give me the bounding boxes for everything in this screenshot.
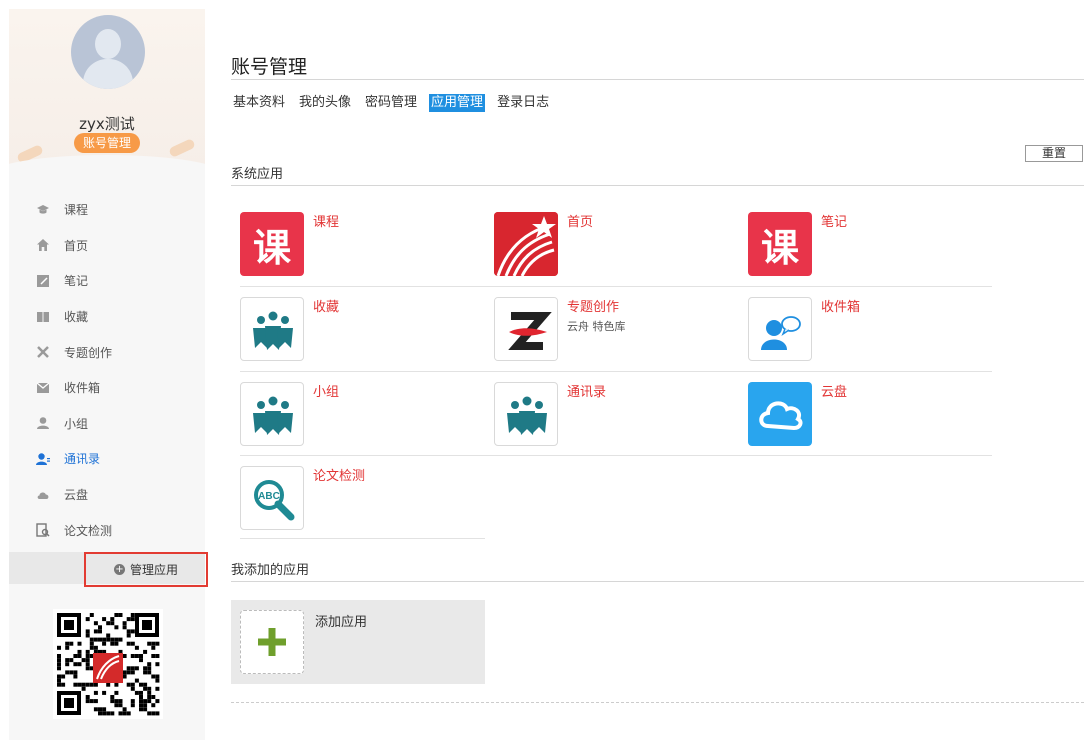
course-icon: 课 [240,212,304,276]
app-name: 收件箱 [821,300,861,315]
tab-app-management[interactable]: 应用管理 [429,94,486,112]
my-apps-title: 我添加的应用 [231,563,310,578]
contacts-icon [36,452,50,466]
tools-icon [36,345,50,359]
tab-password[interactable]: 密码管理 [363,94,419,112]
tab-avatar[interactable]: 我的头像 [297,94,353,112]
xuexitong-logo-icon [494,212,558,276]
manage-apps-label: 管理应用 [129,563,178,577]
add-app-tile[interactable] [240,610,304,674]
tab-basic-info[interactable]: 基本资料 [231,94,287,112]
course-glyph: 课 [760,225,799,270]
app-name: 论文检测 [313,469,366,484]
avatar-head [95,29,121,59]
app-favorites[interactable]: 收藏 [231,287,485,371]
app-inbox[interactable]: 收件箱 [739,287,993,371]
sidebar-nav: 课程 首页 笔记 收藏 专题创作 收件箱 小组 通讯录 云盘 论文检测 [9,192,205,548]
graduation-cap-icon [36,203,50,217]
profile-card: zyx测试 账号管理 [9,9,205,173]
sidebar-item-label: 论文检测 [64,523,113,538]
chat-user-icon [748,297,812,361]
username: zyx测试 [79,115,135,133]
sidebar: zyx测试 账号管理 课程 首页 笔记 收藏 专题创作 收件箱 小组 通讯录 云… [9,9,208,740]
sidebar-item-label: 小组 [64,416,89,431]
people-group-icon [494,382,558,446]
page-title: 账号管理 [231,56,308,78]
app-topic-creation[interactable]: 专题创作 云舟 特色库 [485,287,739,371]
profile-wave [9,155,205,173]
sidebar-item-paper-check[interactable]: 论文检测 [9,512,205,548]
main-content: 账号管理 基本资料 我的头像 密码管理 应用管理 登录日志 重置 系统应用 课 … [231,0,1084,740]
sidebar-item-label: 收件箱 [64,381,101,396]
tab-login-log[interactable]: 登录日志 [495,94,551,112]
app-paper-check[interactable]: ABC 论文检测 [231,456,485,540]
avatar-body [83,59,133,89]
svg-text:ABC: ABC [258,491,280,502]
page: zyx测试 账号管理 课程 首页 笔记 收藏 专题创作 收件箱 小组 通讯录 云… [0,0,1084,740]
avatar[interactable] [71,15,145,89]
app-contacts[interactable]: 通讯录 [485,372,739,456]
sidebar-item-course[interactable]: 课程 [9,192,205,228]
add-app-card[interactable]: 添加应用 [231,600,485,684]
decor-blob [168,137,196,159]
document-search-icon [36,523,50,537]
section-divider [231,581,1084,582]
reset-button[interactable]: 重置 [1025,145,1083,162]
plus-circle-icon: + [113,564,125,575]
app-group[interactable]: 小组 [231,372,485,456]
sidebar-item-home[interactable]: 首页 [9,228,205,264]
app-name: 首页 [567,215,594,230]
app-cloud-disk[interactable]: 云盘 [739,372,993,456]
course-glyph: 课 [252,225,291,270]
cloud-icon [36,488,50,502]
account-badge[interactable]: 账号管理 [74,133,140,153]
qr-code [53,609,163,719]
sidebar-item-group[interactable]: 小组 [9,406,205,442]
app-notes[interactable]: 课 笔记 [739,202,993,286]
app-name: 笔记 [821,215,848,230]
app-name: 专题创作 [567,300,620,315]
app-name: 小组 [313,385,340,400]
sidebar-item-label: 课程 [64,203,89,218]
app-name: 通讯录 [567,385,607,400]
sidebar-item-contacts[interactable]: 通讯录 [9,441,205,477]
title-divider [231,79,1084,80]
app-name: 收藏 [313,300,340,315]
tabs: 基本资料 我的头像 密码管理 应用管理 登录日志 [231,94,551,112]
system-apps-title: 系统应用 [231,167,284,182]
sidebar-item-label: 收藏 [64,310,89,325]
row-divider [240,538,485,539]
section-divider [231,185,1084,186]
sidebar-item-label: 通讯录 [64,452,101,467]
home-icon [36,238,50,252]
sidebar-item-label: 云盘 [64,488,89,503]
book-icon [36,310,50,324]
app-subtitle: 云舟 特色库 [567,320,626,333]
sidebar-item-cloud[interactable]: 云盘 [9,477,205,513]
sidebar-item-label: 首页 [64,238,89,253]
people-group-icon [240,297,304,361]
zhuanti-logo-icon [494,297,558,361]
sidebar-item-label: 笔记 [64,274,89,289]
app-home[interactable]: 首页 [485,202,739,286]
people-group-icon [240,382,304,446]
sidebar-item-label: 专题创作 [64,345,113,360]
sidebar-item-inbox[interactable]: 收件箱 [9,370,205,406]
sidebar-item-topic[interactable]: 专题创作 [9,334,205,370]
app-name: 云盘 [821,385,848,400]
sidebar-item-notes[interactable]: 笔记 [9,263,205,299]
plus-icon [258,628,286,656]
app-name: 课程 [313,215,340,230]
app-course[interactable]: 课 课程 [231,202,485,286]
inbox-icon [36,381,50,395]
sidebar-item-favorites[interactable]: 收藏 [9,299,205,335]
user-icon [36,416,50,430]
add-app-label: 添加应用 [315,615,368,630]
abc-search-icon: ABC [240,466,304,530]
note-icon [36,274,50,288]
cloud-icon [748,382,812,446]
dashed-divider [231,702,1084,703]
course-icon: 课 [748,212,812,276]
manage-apps-button[interactable]: + 管理应用 [84,552,208,587]
